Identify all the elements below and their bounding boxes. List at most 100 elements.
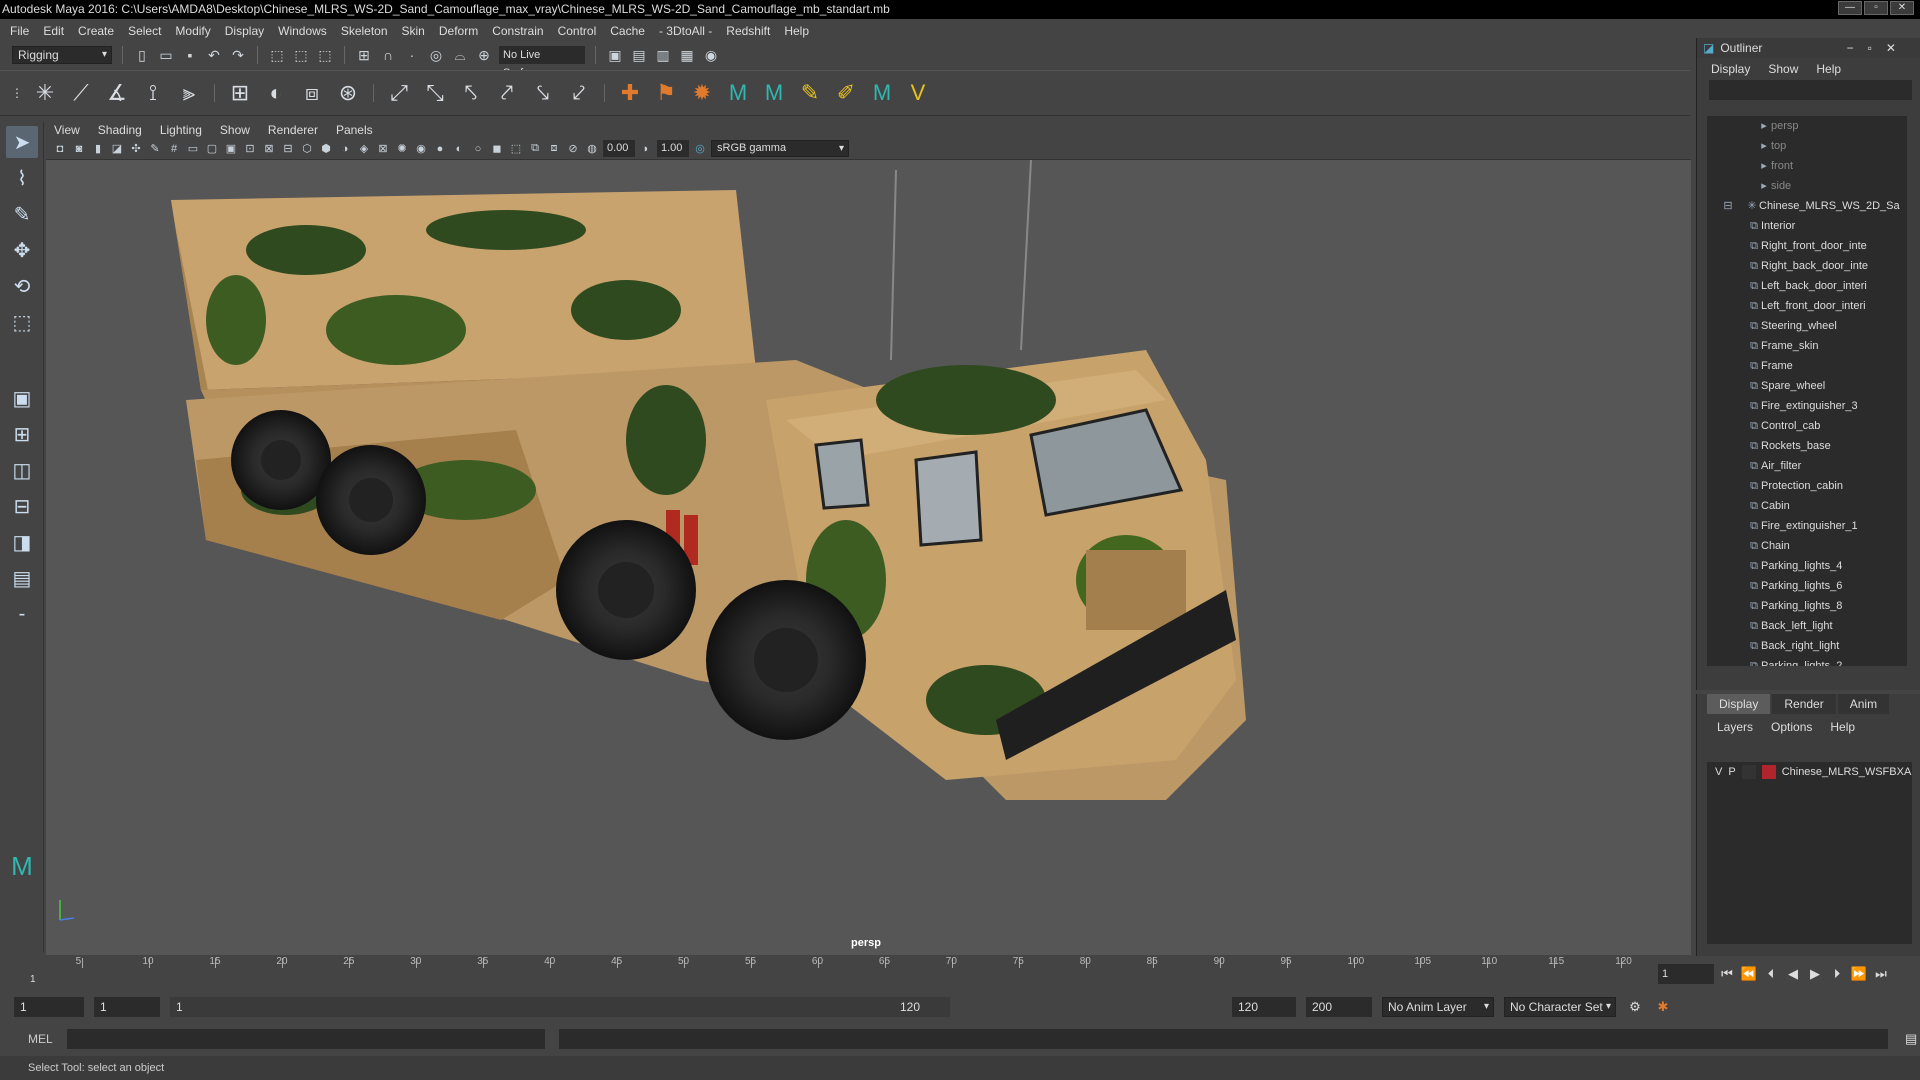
auto-key-icon[interactable]: ✱: [1654, 998, 1672, 1016]
maya-logo-icon[interactable]: M: [723, 78, 753, 108]
go-to-start-icon[interactable]: ⏮: [1718, 965, 1736, 983]
outliner-item[interactable]: ⧉ Chain: [1707, 536, 1907, 556]
viewport-menu-lighting[interactable]: Lighting: [160, 123, 202, 137]
animation-start-field[interactable]: 1: [14, 997, 84, 1017]
mirror-joint-icon[interactable]: ⫸: [174, 78, 204, 108]
outliner-window-controls[interactable]: −▫✕: [1847, 41, 1910, 55]
viewport-persp[interactable]: persp: [46, 160, 1691, 955]
smooth-shade-icon[interactable]: ⬢: [318, 141, 334, 157]
collapse-icon[interactable]: ⊟: [1721, 196, 1735, 216]
viewport-menu-shading[interactable]: Shading: [98, 123, 142, 137]
lattice-icon[interactable]: ⧈: [297, 78, 327, 108]
xray-icon[interactable]: ⊠: [375, 141, 391, 157]
live-surface-field[interactable]: No Live Surface: [499, 46, 585, 79]
outliner-item[interactable]: ⧉ Spare_wheel: [1707, 376, 1907, 396]
shadows-icon[interactable]: ◉: [413, 141, 429, 157]
layer-type-toggle[interactable]: [1741, 765, 1756, 779]
orient-constraint-icon[interactable]: ⤣: [456, 78, 486, 108]
outliner-item-root[interactable]: ⊟ ✳ Chinese_MLRS_WS_2D_Sa: [1707, 196, 1907, 216]
layer-row[interactable]: V P Chinese_MLRS_WSFBXA: [1707, 762, 1912, 782]
menu-help[interactable]: Help: [784, 24, 809, 38]
move-tool-icon[interactable]: ✥: [6, 234, 38, 266]
minimize-icon[interactable]: —: [1838, 1, 1862, 15]
v-icon[interactable]: V: [903, 78, 933, 108]
outliner-item[interactable]: ⧉ Parking_lights_8: [1707, 596, 1907, 616]
viewport-menu-show[interactable]: Show: [220, 123, 250, 137]
bind-skin-icon[interactable]: ⊞: [225, 78, 255, 108]
animation-end-field[interactable]: 200: [1306, 997, 1372, 1017]
outliner-item-front[interactable]: ▸ front: [1707, 156, 1907, 176]
aa-icon[interactable]: ○: [470, 141, 486, 157]
grease-pencil-icon[interactable]: ✎: [147, 141, 163, 157]
grid-icon[interactable]: #: [166, 141, 182, 157]
bookmark-icon[interactable]: ▮: [90, 141, 106, 157]
layout-menu-icon[interactable]: -: [6, 598, 38, 630]
tab-display[interactable]: Display: [1707, 694, 1771, 714]
2d-pan-icon[interactable]: ✣: [128, 141, 144, 157]
outliner-item[interactable]: ⧉ Parking_lights_6: [1707, 576, 1907, 596]
color-management-icon[interactable]: ◎: [692, 141, 708, 157]
hik-icon[interactable]: M: [759, 78, 789, 108]
playback-end-field[interactable]: 120: [1232, 997, 1296, 1017]
xray-active-icon[interactable]: ⧈: [546, 141, 562, 157]
open-scene-icon[interactable]: ▭: [157, 46, 175, 64]
time-slider[interactable]: 1 5 10 15 20 25 30 35 40 45 50 55 60 65 70 75 80 85 90 95 10…: [0, 956, 1690, 990]
scale-tool-icon[interactable]: ⬚: [6, 306, 38, 338]
snap-view-icon[interactable]: ◎: [427, 46, 445, 64]
step-forward-key-icon[interactable]: ⏩: [1850, 965, 1868, 983]
snap-point-icon[interactable]: ∙: [403, 46, 421, 64]
outliner-menu-help[interactable]: Help: [1816, 62, 1841, 76]
layer-playback-toggle[interactable]: P: [1728, 766, 1735, 778]
menu-cache[interactable]: Cache: [610, 24, 645, 38]
outliner-item[interactable]: ⧉ Control_cab: [1707, 416, 1907, 436]
parent-constraint-icon[interactable]: ⤢: [384, 78, 414, 108]
outliner-item[interactable]: ⧉ Back_left_light: [1707, 616, 1907, 636]
point-constraint-icon[interactable]: ⤡: [420, 78, 450, 108]
save-scene-icon[interactable]: ▪: [181, 46, 199, 64]
ik-handle-icon[interactable]: ∡: [102, 78, 132, 108]
single-view-icon[interactable]: ▣: [6, 382, 38, 414]
shelf-menu-icon[interactable]: ⋮: [10, 78, 24, 108]
ik-spline-icon[interactable]: ⟟: [138, 78, 168, 108]
menu-constrain[interactable]: Constrain: [492, 24, 543, 38]
persp-hypershade-icon[interactable]: ◨: [6, 526, 38, 558]
script-editor-icon[interactable]: ▤: [1902, 1030, 1920, 1048]
layer-menu-help[interactable]: Help: [1830, 720, 1855, 734]
playback-start-field[interactable]: 1: [94, 997, 160, 1017]
viewport-menu-renderer[interactable]: Renderer: [268, 123, 318, 137]
outliner-item[interactable]: ⧉ Left_back_door_interi: [1707, 276, 1907, 296]
snap-surface-icon[interactable]: ⌓: [451, 46, 469, 64]
outliner-menu-display[interactable]: Display: [1711, 62, 1750, 76]
rotate-tool-icon[interactable]: ⟲: [6, 270, 38, 302]
make-live-icon[interactable]: ⊕: [475, 46, 493, 64]
redo-icon[interactable]: ↷: [229, 46, 247, 64]
menu-deform[interactable]: Deform: [439, 24, 478, 38]
image-plane-icon[interactable]: ◪: [109, 141, 125, 157]
outliner-item[interactable]: ⧉ Left_front_door_interi: [1707, 296, 1907, 316]
step-back-key-icon[interactable]: ⏪: [1740, 965, 1758, 983]
menu-skin[interactable]: Skin: [402, 24, 425, 38]
resolution-gate-icon[interactable]: ▢: [204, 141, 220, 157]
dof-icon[interactable]: ◼: [489, 141, 505, 157]
close-icon[interactable]: ✕: [1890, 1, 1914, 15]
select-component-icon[interactable]: ⬚: [316, 46, 334, 64]
play-forward-icon[interactable]: ▶: [1806, 965, 1824, 983]
outliner-item-persp[interactable]: ▸ persp: [1707, 116, 1907, 136]
backface-icon[interactable]: ⊘: [565, 141, 581, 157]
outliner-layout-icon[interactable]: ▤: [6, 562, 38, 594]
character-icon[interactable]: M: [867, 78, 897, 108]
render-frame-icon[interactable]: ▤: [630, 46, 648, 64]
step-forward-frame-icon[interactable]: ⏵: [1828, 965, 1846, 983]
character-set-dropdown[interactable]: No Character Set: [1504, 997, 1616, 1017]
menuset-dropdown[interactable]: Rigging: [12, 46, 112, 64]
new-scene-icon[interactable]: ▯: [133, 46, 151, 64]
command-input[interactable]: [66, 1029, 545, 1049]
outliner-menu-show[interactable]: Show: [1768, 62, 1798, 76]
film-gate-icon[interactable]: ▭: [185, 141, 201, 157]
paint-icon[interactable]: ✎: [795, 78, 825, 108]
tab-anim[interactable]: Anim: [1837, 694, 1890, 714]
paint-weights-icon[interactable]: ◐: [261, 78, 291, 108]
motion-blur-icon[interactable]: ◐: [451, 141, 467, 157]
keyframe-icon[interactable]: ✹: [687, 78, 717, 108]
outliner-item[interactable]: ⧉ Cabin: [1707, 496, 1907, 516]
